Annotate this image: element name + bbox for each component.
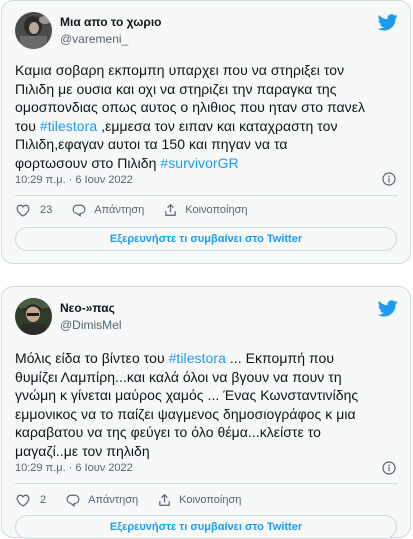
share-button[interactable]: Κοινοποίηση: [158, 493, 241, 507]
text-segment: Μόλις είδα το βίντεο του: [15, 350, 169, 366]
avatar[interactable]: [15, 12, 52, 49]
text-segment: ,εμμεσα τον ειπαν και καταχραστη τον: [97, 117, 338, 134]
author-handle[interactable]: @varemeni_: [60, 31, 162, 48]
heart-icon: [16, 204, 30, 217]
hashtag-link[interactable]: #tilestora: [40, 118, 97, 134]
tweet-author[interactable]: Νεο-»πας @DimisMel: [15, 298, 122, 335]
twitter-bird-icon[interactable]: [378, 300, 398, 317]
tweet-card[interactable]: Μια απο το χωριο @varemeni_ Καμια σοβαρη…: [1, 0, 411, 264]
text-line: εμμονικος να το παίζει ψαγμενος δημοσιογ…: [15, 405, 356, 422]
tweet-actions: 23 Απάντηση Κοινοποίηση: [16, 203, 268, 217]
share-label: Κοινοποίηση: [185, 204, 248, 216]
text-line: φορτωσουν στο Πιλιδη #survivorGR: [15, 154, 398, 173]
text-line: Μόλις είδα το βίντεο του #tilestora ... …: [15, 349, 398, 368]
reply-label: Απάντηση: [94, 204, 145, 216]
explore-twitter-button[interactable]: Εξερευνήστε τι συμβαίνει στο Twitter: [15, 227, 397, 251]
author-display-name[interactable]: Νεο-»πας: [60, 300, 122, 317]
share-button[interactable]: Κοινοποίηση: [164, 203, 248, 217]
text-segment: ... Εκπομπή που: [225, 350, 335, 366]
text-line: Καμια σοβαρη εκπομπη υπαρχει που να στηρ…: [15, 62, 345, 78]
author-handle[interactable]: @DimisMel: [60, 317, 122, 334]
reply-label: Απάντηση: [88, 494, 139, 506]
hashtag-link[interactable]: #survivorGR: [160, 155, 238, 171]
text-line: καραβατου να της φεύγει το όλο θέμα...κλ…: [15, 424, 321, 440]
hashtag-link[interactable]: #tilestora: [169, 350, 226, 366]
tweet-card[interactable]: Νεο-»πας @DimisMel Μόλις είδα το βίντεο …: [1, 286, 411, 539]
reply-button[interactable]: Απάντηση: [72, 204, 144, 217]
info-icon[interactable]: [382, 461, 396, 475]
tweet-author[interactable]: Μια απο το χωριο @varemeni_: [15, 12, 162, 49]
avatar[interactable]: [15, 298, 52, 335]
tweet-actions: 2 Απάντηση Κοινοποίηση: [16, 493, 261, 507]
tweet-timestamp[interactable]: 10:29 π.μ. · 6 Ιουν 2022: [15, 174, 133, 186]
text-line: ομοσπονδιας οπως αυτος ο ηλιθιος που ητα…: [15, 99, 366, 115]
heart-icon: [16, 494, 30, 507]
text-segment: του: [15, 117, 40, 134]
reply-button[interactable]: Απάντηση: [66, 494, 138, 507]
text-line: του #tilestora ,εμμεσα τον ειπαν και κατ…: [15, 117, 398, 136]
like-button[interactable]: 23: [16, 204, 52, 217]
text-line: Πιλιδη με ουσια και οχι να στηριζει την …: [15, 80, 337, 97]
like-button[interactable]: 2: [16, 494, 46, 507]
share-label: Κοινοποίηση: [179, 494, 242, 506]
share-icon: [159, 493, 170, 506]
text-line: γνώμη κ γίνεται μαύρος χαμός ... Ένας Κω…: [15, 387, 359, 403]
reply-icon: [66, 494, 80, 507]
tweet-timestamp[interactable]: 10:29 π.μ. · 6 Ιουν 2022: [15, 462, 133, 474]
author-display-name[interactable]: Μια απο το χωριο: [60, 14, 162, 31]
tweet-text: Μόλις είδα το βίντεο του #tilestora ... …: [15, 349, 398, 460]
text-segment: φορτωσουν στο Πιλιδη: [15, 154, 161, 171]
divider: [15, 483, 398, 484]
text-line: θυμίζει Λαμπίρη...και καλά όλοι να βγουν…: [15, 368, 342, 385]
like-count: 23: [40, 204, 53, 216]
share-icon: [165, 203, 176, 216]
tweet-text: Καμια σοβαρη εκπομπη υπαρχει που να στηρ…: [15, 61, 398, 172]
twitter-bird-icon[interactable]: [378, 14, 398, 31]
like-count: 2: [40, 494, 47, 506]
text-line: μαγαζί..με τον πηλιδη: [15, 442, 150, 459]
text-line: Πιλιδη,εφαγαν αυτοι τα 150 και πηγαν να …: [15, 136, 288, 152]
reply-icon: [72, 204, 86, 217]
explore-twitter-button[interactable]: Εξερευνήστε τι συμβαίνει στο Twitter: [15, 515, 397, 539]
divider: [15, 195, 398, 196]
info-icon[interactable]: [382, 172, 396, 186]
